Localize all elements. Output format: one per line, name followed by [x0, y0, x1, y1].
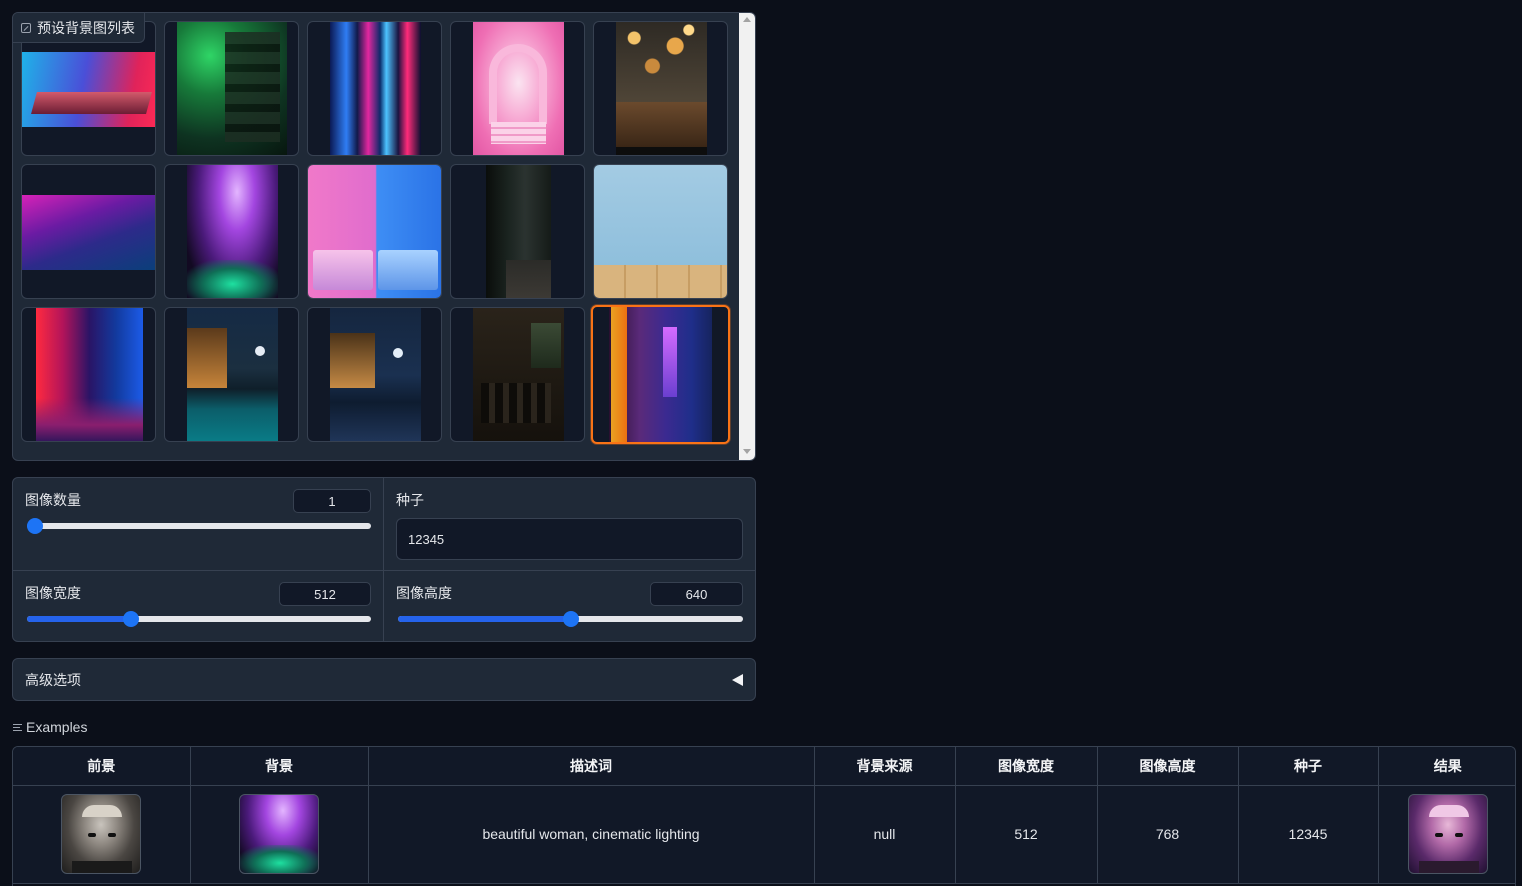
image-count-slider-knob[interactable]: [27, 518, 43, 534]
header-seed: 种子: [1238, 747, 1379, 786]
image-width-slider[interactable]: [27, 611, 371, 627]
example-bg-source-cell[interactable]: null: [814, 785, 956, 884]
image-count-slider[interactable]: [27, 518, 371, 534]
image-width-label: 图像宽度: [25, 585, 81, 601]
gallery-thumb-dark-corridor[interactable]: [450, 164, 585, 299]
examples-label-text: Examples: [26, 719, 88, 735]
gallery-thumb-pink-cloud-arch[interactable]: [450, 21, 585, 156]
gallery-thumb-neon-skyline-window[interactable]: [591, 305, 730, 444]
advanced-options-label: 高级选项: [25, 671, 81, 688]
examples-label: Examples: [13, 719, 87, 735]
gallery-thumb-dark-restaurant[interactable]: [450, 307, 585, 442]
gallery-thumb-neon-light-streaks[interactable]: [307, 21, 442, 156]
example-width-cell[interactable]: 512: [955, 785, 1098, 884]
header-bg-source: 背景来源: [814, 747, 956, 786]
scroll-down-arrow-icon[interactable]: [743, 449, 751, 454]
gallery-thumb-green-dungeon-shelves[interactable]: [164, 21, 299, 156]
example-prompt-cell[interactable]: beautiful woman, cinematic lighting: [368, 785, 815, 884]
header-image-width: 图像宽度: [955, 747, 1098, 786]
gallery-scrollbar[interactable]: [739, 13, 755, 460]
seed-label: 种子: [396, 492, 424, 508]
image-width-slider-knob[interactable]: [122, 611, 139, 627]
gallery-label: 预设背景图列表: [13, 13, 145, 43]
example-height-cell[interactable]: 768: [1097, 785, 1239, 884]
header-result: 结果: [1378, 747, 1515, 786]
example-result-cell[interactable]: [1378, 785, 1515, 884]
examples-header-row: 前景 背景 描述词 背景来源 图像宽度 图像高度 种子 结果: [13, 747, 1515, 786]
seed-input[interactable]: 12345: [396, 518, 743, 560]
example-background-cell[interactable]: [190, 785, 369, 884]
seed-block: 种子 12345: [384, 478, 755, 570]
example-foreground-cell[interactable]: [13, 785, 191, 884]
list-icon: [13, 723, 22, 732]
image-count-label: 图像数量: [25, 492, 81, 508]
advanced-options-accordion[interactable]: 高级选项: [12, 658, 756, 701]
gallery-thumb-neon-city-street[interactable]: [21, 307, 156, 442]
gallery-thumb-night-terrace-pool[interactable]: [164, 307, 299, 442]
gallery-label-text: 预设背景图列表: [37, 19, 135, 36]
image-height-label: 图像高度: [396, 585, 452, 601]
header-prompt: 描述词: [368, 747, 815, 786]
gallery-thumb-purple-spotlight-smoke[interactable]: [164, 164, 299, 299]
gallery-icon: [21, 22, 31, 33]
image-height-slider[interactable]: [398, 611, 743, 627]
example-seed-cell[interactable]: 12345: [1238, 785, 1379, 884]
image-count-block: 图像数量 1: [13, 478, 383, 570]
table-row[interactable]: beautiful woman, cinematic lighting null…: [13, 785, 1515, 884]
image-height-slider-knob[interactable]: [562, 611, 579, 627]
scroll-up-arrow-icon[interactable]: [743, 17, 751, 22]
header-foreground: 前景: [13, 747, 191, 786]
gallery-thumb-moonlit-beach-cabin[interactable]: [307, 307, 442, 442]
image-height-block: 图像高度 640: [384, 571, 755, 641]
image-count-number-input[interactable]: 1: [293, 489, 371, 513]
image-height-number-input[interactable]: 640: [650, 582, 743, 606]
example-result-image: [1407, 794, 1488, 874]
example-background-image: [239, 794, 319, 874]
image-width-number-input[interactable]: 512: [279, 582, 371, 606]
gallery-thumb-bokeh-wood-table[interactable]: [593, 21, 728, 156]
collapse-triangle-icon[interactable]: [732, 673, 743, 686]
gallery-thumb-pink-blue-bedroom[interactable]: [307, 164, 442, 299]
header-image-height: 图像高度: [1097, 747, 1239, 786]
gallery-thumb-light-blue-wall-wood-floor[interactable]: [593, 164, 728, 299]
header-background: 背景: [190, 747, 369, 786]
examples-table: 前景 背景 描述词 背景来源 图像宽度 图像高度 种子 结果 beautiful…: [12, 746, 1516, 886]
example-foreground-image: [61, 794, 142, 874]
image-width-block: 图像宽度 512: [13, 571, 383, 641]
preset-background-gallery: 预设背景图列表: [12, 12, 756, 461]
generation-settings-panel: 图像数量 1 种子 12345 图像宽度 512 图像高度 640: [12, 477, 756, 642]
gallery-thumb-purple-smoke-horizon[interactable]: [21, 164, 156, 299]
